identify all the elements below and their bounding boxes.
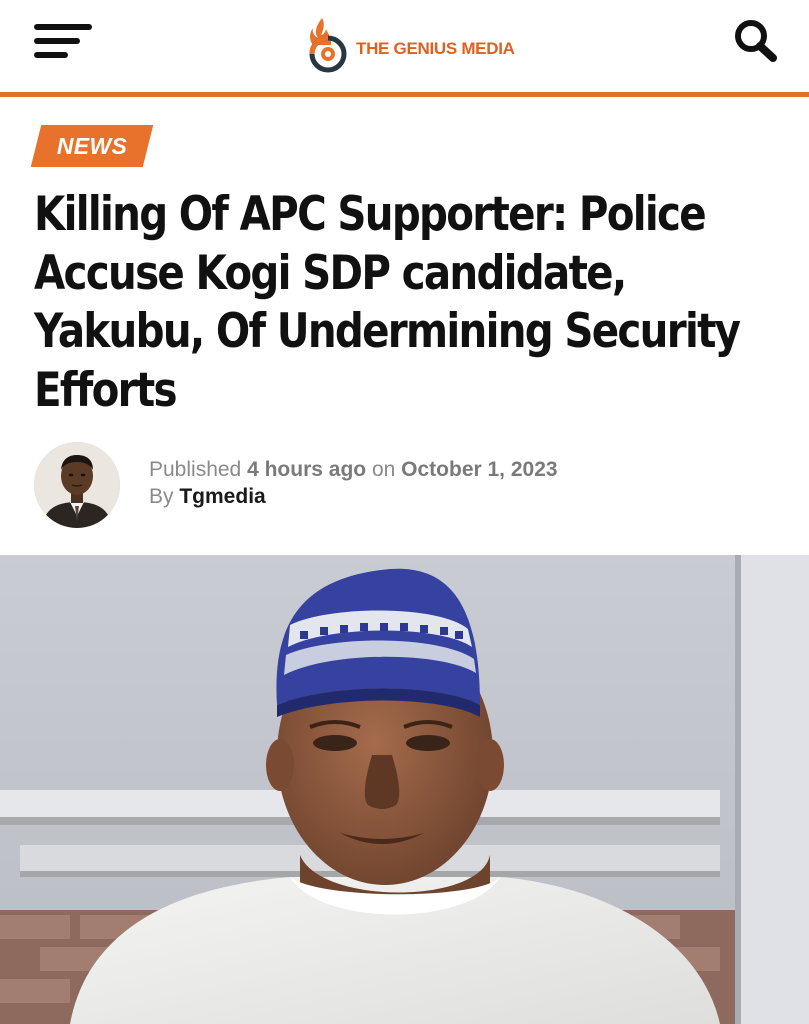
relative-time: 4 hours ago xyxy=(247,458,367,481)
site-name: THE GENIUS MEDIA xyxy=(356,39,515,58)
article-meta: Published 4 hours ago on October 1, 2023… xyxy=(149,456,558,510)
published-label: Published xyxy=(149,458,242,481)
hamburger-menu-icon xyxy=(34,24,92,30)
category-badge[interactable] xyxy=(30,125,154,167)
site-logo[interactable]: THE GENIUS MEDIA xyxy=(304,14,515,74)
author-photo xyxy=(34,442,120,528)
by-label: By xyxy=(149,485,174,508)
featured-image[interactable] xyxy=(0,555,809,1024)
author-line: By Tgmedia xyxy=(149,483,558,510)
article-title: Killing Of APC Supporter: Police Accuse … xyxy=(34,187,741,418)
featured-photo xyxy=(0,555,809,1024)
author-name-link[interactable]: Tgmedia xyxy=(179,485,265,508)
hamburger-menu-icon-bar xyxy=(34,38,80,44)
menu-button[interactable] xyxy=(32,22,94,64)
on-label: on xyxy=(371,458,396,481)
logo-icon xyxy=(309,18,347,73)
search-button[interactable] xyxy=(732,18,780,64)
author-avatar[interactable] xyxy=(34,442,120,528)
header-divider xyxy=(0,92,809,97)
search-icon xyxy=(735,20,777,62)
publish-line: Published 4 hours ago on October 1, 2023 xyxy=(149,456,558,483)
hamburger-menu-icon-bar xyxy=(34,52,68,58)
article-page: THE GENIUS MEDIA NEWS Killing Of APC Sup… xyxy=(0,0,809,1024)
site-header: THE GENIUS MEDIA xyxy=(0,0,809,92)
publish-date: October 1, 2023 xyxy=(401,458,558,481)
